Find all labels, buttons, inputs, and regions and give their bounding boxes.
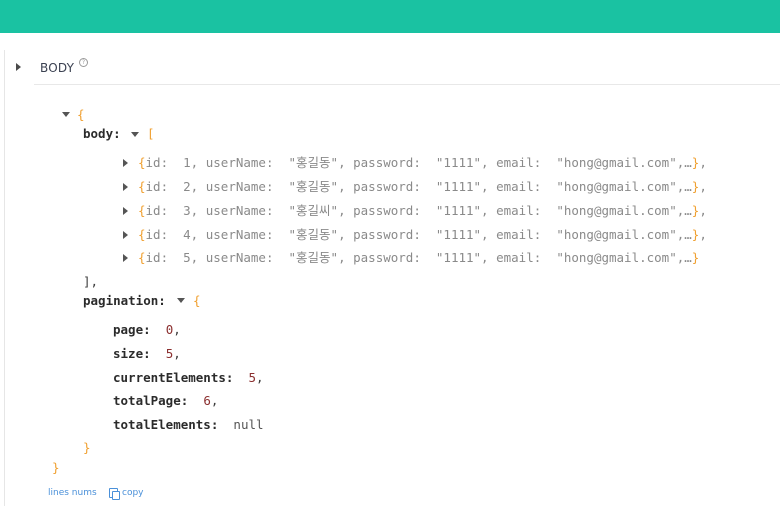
row-close-brace: }: [691, 250, 700, 265]
root-open-brace: {: [77, 107, 85, 122]
row-3-expand-icon[interactable]: [123, 207, 128, 215]
row-sep: ,: [699, 227, 707, 242]
row-summary: id: 4, userName: "홍길동", password: "1111"…: [145, 227, 692, 242]
copy-icon[interactable]: [109, 488, 120, 500]
pagination-field-page: page: 0,: [113, 322, 181, 338]
row-sep: ,: [699, 203, 707, 218]
pagination-field-size: size: 5,: [113, 346, 181, 362]
row-summary: id: 5, userName: "홍길동", password: "1111"…: [145, 250, 692, 265]
body-section-label: BODY: [40, 61, 75, 75]
row-summary: id: 3, userName: "홍길씨", password: "1111"…: [145, 203, 692, 218]
field-sep: ,: [173, 346, 181, 361]
row-1-expand-icon[interactable]: [123, 159, 128, 167]
body-row-2[interactable]: {id: 2, userName: "홍길동", password: "1111…: [138, 179, 707, 195]
body-collapse-icon[interactable]: [131, 132, 139, 137]
field-value: null: [233, 417, 264, 432]
field-value: 6: [203, 393, 211, 408]
left-border: [4, 50, 5, 506]
pagination-close-brace: }: [83, 440, 91, 455]
top-banner: [0, 0, 780, 33]
body-section-toggle-icon[interactable]: [16, 63, 21, 71]
field-key: totalPage:: [113, 393, 189, 408]
body-close-bracket: ],: [83, 274, 99, 289]
row-open-brace: {: [138, 227, 146, 242]
pagination-field-current-elements: currentElements: 5,: [113, 370, 264, 386]
field-sep: ,: [173, 322, 181, 337]
body-row-1[interactable]: {id: 1, userName: "홍길동", password: "1111…: [138, 155, 707, 171]
row-sep: ,: [699, 155, 707, 170]
body-row-3[interactable]: {id: 3, userName: "홍길씨", password: "1111…: [138, 203, 707, 219]
row-summary: id: 2, userName: "홍길동", password: "1111"…: [145, 179, 692, 194]
row-open-brace: {: [138, 250, 146, 265]
body-key: body:: [83, 126, 121, 141]
pagination-collapse-icon[interactable]: [177, 298, 185, 303]
body-open-bracket: [: [147, 126, 155, 141]
row-summary: id: 1, userName: "홍길동", password: "1111"…: [145, 155, 692, 170]
pagination-field-total-page: totalPage: 6,: [113, 393, 218, 409]
lines-nums-link[interactable]: lines nums: [48, 488, 97, 498]
field-value: 5: [248, 370, 257, 385]
row-open-brace: {: [138, 179, 146, 194]
field-sep: ,: [210, 393, 219, 408]
pagination-open-brace: {: [193, 293, 201, 308]
row-5-expand-icon[interactable]: [123, 254, 128, 262]
row-sep: ,: [699, 179, 707, 194]
copy-link[interactable]: copy: [122, 488, 144, 498]
row-open-brace: {: [138, 155, 146, 170]
row-4-expand-icon[interactable]: [123, 231, 128, 239]
field-sep: ,: [256, 370, 264, 385]
section-divider: [34, 84, 780, 85]
pagination-key: pagination:: [83, 293, 166, 308]
field-key: totalElements:: [113, 417, 219, 432]
root-close-brace: }: [52, 460, 60, 475]
help-icon[interactable]: ?: [79, 58, 88, 67]
body-row-5[interactable]: {id: 5, userName: "홍길동", password: "1111…: [138, 250, 699, 266]
field-key: currentElements:: [113, 370, 234, 385]
body-row-4[interactable]: {id: 4, userName: "홍길동", password: "1111…: [138, 227, 707, 243]
pagination-field-total-elements: totalElements: null: [113, 417, 264, 433]
root-collapse-icon[interactable]: [62, 112, 70, 117]
field-key: page:: [113, 322, 151, 337]
field-key: size:: [113, 346, 151, 361]
row-2-expand-icon[interactable]: [123, 183, 128, 191]
row-open-brace: {: [138, 203, 146, 218]
